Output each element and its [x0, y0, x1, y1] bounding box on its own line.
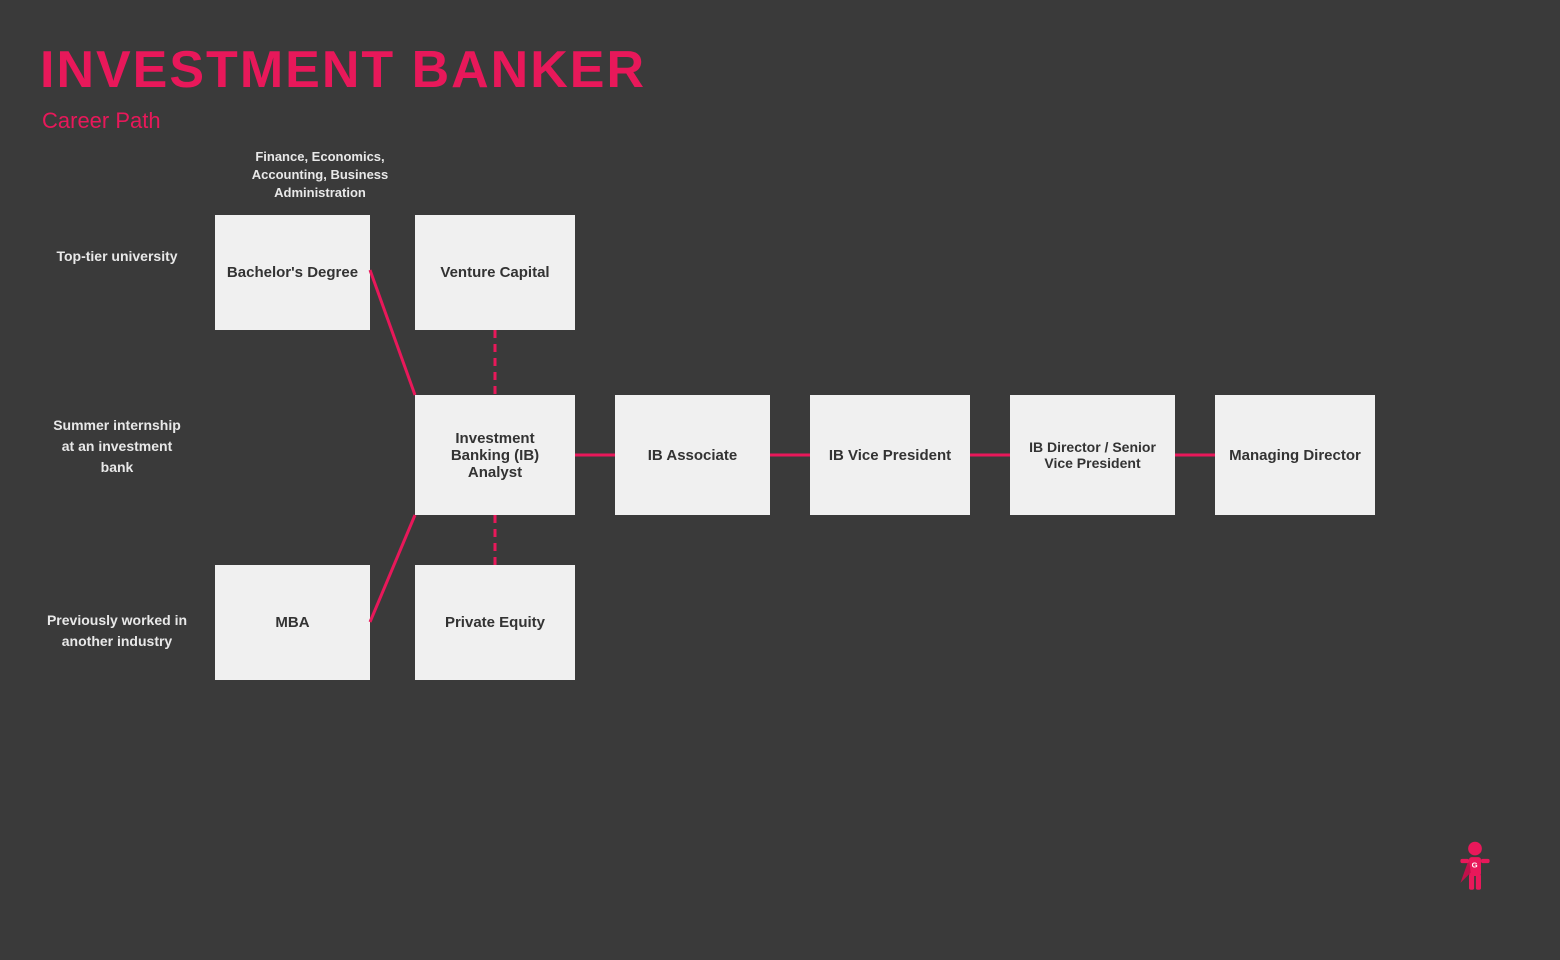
svg-text:G: G	[1472, 860, 1478, 869]
page-title: INVESTMENT BANKER	[40, 40, 646, 100]
box-bachelors: Bachelor's Degree	[215, 215, 370, 330]
box-ib-director: IB Director / SeniorVice President	[1010, 395, 1175, 515]
box-ib-vp: IB Vice President	[810, 395, 970, 515]
box-ib-analyst: InvestmentBanking (IB)Analyst	[415, 395, 575, 515]
logo-icon: G	[1450, 840, 1500, 900]
page-subtitle: Career Path	[42, 108, 161, 134]
box-private-equity: Private Equity	[415, 565, 575, 680]
box-ib-associate: IB Associate	[615, 395, 770, 515]
box-mba: MBA	[215, 565, 370, 680]
label-summer: Summer internshipat an investmentbank	[32, 415, 202, 478]
box-managing-director: Managing Director	[1215, 395, 1375, 515]
box-venture: Venture Capital	[415, 215, 575, 330]
label-top-tier: Top-tier university	[32, 248, 202, 264]
label-previously: Previously worked inanother industry	[32, 610, 202, 652]
field-label: Finance, Economics,Accounting, BusinessA…	[215, 148, 425, 203]
logo: G	[1450, 840, 1500, 900]
